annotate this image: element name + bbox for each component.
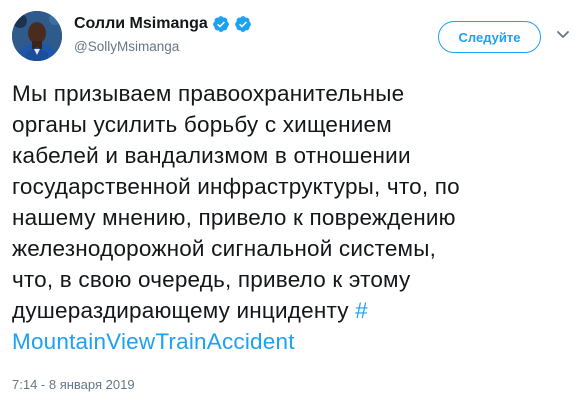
tweet-text-line: органы усилить борьбу с хищением <box>12 112 392 137</box>
chevron-down-icon[interactable] <box>555 26 571 42</box>
tweet-text-line: государственной инфраструктуры, что, по <box>12 174 460 199</box>
follow-button[interactable]: Следуйте <box>438 21 541 53</box>
tweet-card: Солли Msimanga @SollyMsimanga Следуйте М… <box>0 0 583 401</box>
tweet-text-line: железнодорожной сигнальной системы, <box>12 236 437 261</box>
tweet-text-line: душераздирающему инциденту <box>12 298 349 323</box>
author-display-name[interactable]: Солли Msimanga <box>74 14 208 34</box>
verified-icon <box>234 15 252 33</box>
verified-icon <box>212 15 230 33</box>
tweet-text-line: что, в свою очередь, привело к этому <box>12 267 411 292</box>
hashtag-link[interactable]: MountainViewTrainAccident <box>12 326 572 357</box>
author-name-row: Солли Msimanga <box>74 14 252 34</box>
avatar-image <box>12 11 62 61</box>
avatar[interactable] <box>12 11 62 61</box>
tweet-text-line: нашему мнению, привело к повреждению <box>12 205 456 230</box>
tweet-text: Мы призываем правоохранительные органы у… <box>12 78 572 357</box>
tweet-text-line: кабелей и вандализмом в отношении <box>12 143 411 168</box>
tweet-text-line-with-hashtag: душераздирающему инциденту # <box>12 295 572 326</box>
tweet-text-line: Мы призываем правоохранительные <box>12 81 405 106</box>
author-handle[interactable]: @SollyMsimanga <box>74 38 179 56</box>
hashtag-symbol[interactable]: # <box>355 298 368 323</box>
tweet-timestamp[interactable]: 7:14 - 8 января 2019 <box>12 376 135 394</box>
